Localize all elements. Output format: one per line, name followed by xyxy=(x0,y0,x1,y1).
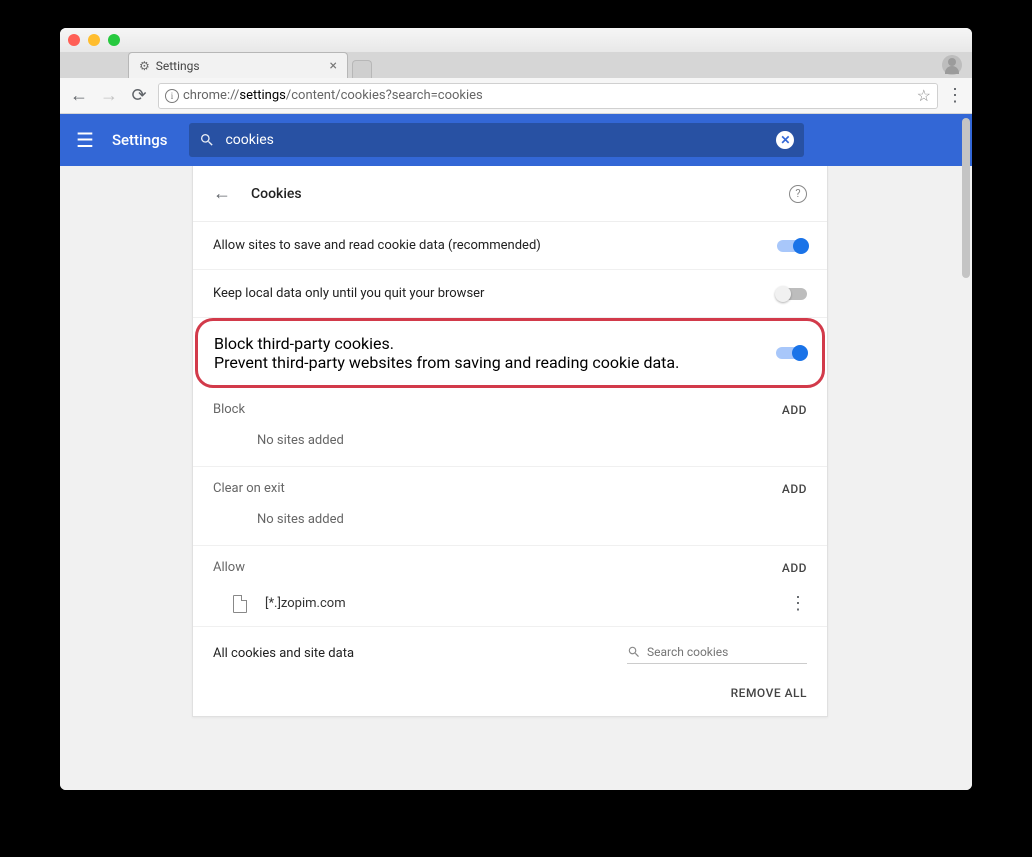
document-icon xyxy=(233,595,247,613)
tab-close-icon[interactable]: × xyxy=(330,58,337,74)
panel-header: ← Cookies ? xyxy=(193,166,827,222)
window-maximize-button[interactable] xyxy=(108,34,120,46)
toggle-allow-cookies[interactable] xyxy=(777,240,807,252)
profile-avatar-icon[interactable] xyxy=(942,55,962,75)
row-sublabel: Prevent third-party websites from saving… xyxy=(214,353,776,372)
search-icon xyxy=(199,132,215,148)
remove-all-button[interactable]: REMOVE ALL xyxy=(193,676,827,716)
omnibox-url-path: /content/cookies?search=cookies xyxy=(286,88,483,103)
add-block-button[interactable]: ADD xyxy=(782,403,807,417)
window-close-button[interactable] xyxy=(68,34,80,46)
section-block-header: Block ADD xyxy=(193,388,827,423)
all-cookies-row: All cookies and site data xyxy=(193,627,827,676)
settings-title: Settings xyxy=(112,131,168,149)
row-keep-local: Keep local data only until you quit your… xyxy=(193,270,827,318)
browser-tabstrip: ⚙ Settings × xyxy=(60,52,972,78)
search-cookies-box[interactable] xyxy=(627,643,807,664)
omnibox-url: chrome://settings/content/cookies?search… xyxy=(183,88,913,103)
panel-back-button[interactable]: ← xyxy=(213,183,231,204)
all-cookies-label: All cookies and site data xyxy=(213,646,627,661)
section-clear-empty: No sites added xyxy=(193,502,827,546)
row-allow-cookies: Allow sites to save and read cookie data… xyxy=(193,222,827,270)
panel-title: Cookies xyxy=(251,186,302,202)
settings-search-box[interactable]: ✕ xyxy=(189,123,804,157)
add-allow-button[interactable]: ADD xyxy=(782,561,807,575)
toggle-knob xyxy=(792,345,808,361)
section-block-empty: No sites added xyxy=(193,423,827,467)
omnibox[interactable]: i chrome://settings/content/cookies?sear… xyxy=(158,83,938,109)
hamburger-menu-icon[interactable]: ☰ xyxy=(76,128,94,152)
toggle-knob xyxy=(793,238,809,254)
browser-menu-icon[interactable]: ⋮ xyxy=(946,85,964,106)
search-clear-icon[interactable]: ✕ xyxy=(776,131,794,149)
toggle-block-third-party[interactable] xyxy=(776,347,806,359)
browser-tab-settings[interactable]: ⚙ Settings × xyxy=(128,52,348,78)
section-title: Clear on exit xyxy=(213,481,782,496)
site-menu-icon[interactable]: ⋮ xyxy=(789,593,807,614)
site-domain: [*.]zopim.com xyxy=(265,596,771,611)
section-allow-header: Allow ADD xyxy=(193,546,827,581)
help-icon[interactable]: ? xyxy=(789,185,807,203)
browser-window: ⚙ Settings × ← → ⟳ i chrome://settings/c… xyxy=(60,28,972,790)
toggle-keep-local[interactable] xyxy=(777,288,807,300)
cookies-panel: ← Cookies ? Allow sites to save and read… xyxy=(192,166,828,717)
add-clear-button[interactable]: ADD xyxy=(782,482,807,496)
section-clear-header: Clear on exit ADD xyxy=(193,467,827,502)
site-info-icon[interactable]: i xyxy=(165,89,179,103)
row-label: Block third-party cookies. xyxy=(214,334,776,353)
section-title: Block xyxy=(213,402,782,417)
allow-site-row: [*.]zopim.com ⋮ xyxy=(193,581,827,627)
row-label: Allow sites to save and read cookie data… xyxy=(213,238,777,253)
reload-button[interactable]: ⟳ xyxy=(128,85,150,106)
scrollbar-thumb[interactable] xyxy=(962,118,970,278)
toggle-knob xyxy=(775,286,791,302)
nav-forward-button[interactable]: → xyxy=(98,85,120,106)
row-label: Keep local data only until you quit your… xyxy=(213,286,777,301)
settings-header: ☰ Settings ✕ xyxy=(60,114,972,166)
search-icon xyxy=(627,645,641,659)
gear-icon: ⚙ xyxy=(139,59,150,73)
search-cookies-input[interactable] xyxy=(647,645,807,659)
window-minimize-button[interactable] xyxy=(88,34,100,46)
settings-search-input[interactable] xyxy=(225,132,766,148)
nav-back-button[interactable]: ← xyxy=(68,85,90,106)
tab-title: Settings xyxy=(156,59,200,73)
browser-toolbar: ← → ⟳ i chrome://settings/content/cookie… xyxy=(60,78,972,114)
window-titlebar xyxy=(60,28,972,52)
new-tab-button[interactable] xyxy=(352,60,372,78)
highlight-block-third-party: Block third-party cookies. Prevent third… xyxy=(195,318,825,388)
window-traffic-lights xyxy=(68,34,120,46)
omnibox-url-prefix: chrome:// xyxy=(183,88,239,103)
bookmark-star-icon[interactable]: ☆ xyxy=(917,86,931,105)
page-content: ☰ Settings ✕ ← Cookies ? Allow sites to … xyxy=(60,114,972,790)
omnibox-url-host: settings xyxy=(239,88,285,103)
section-title: Allow xyxy=(213,560,782,575)
